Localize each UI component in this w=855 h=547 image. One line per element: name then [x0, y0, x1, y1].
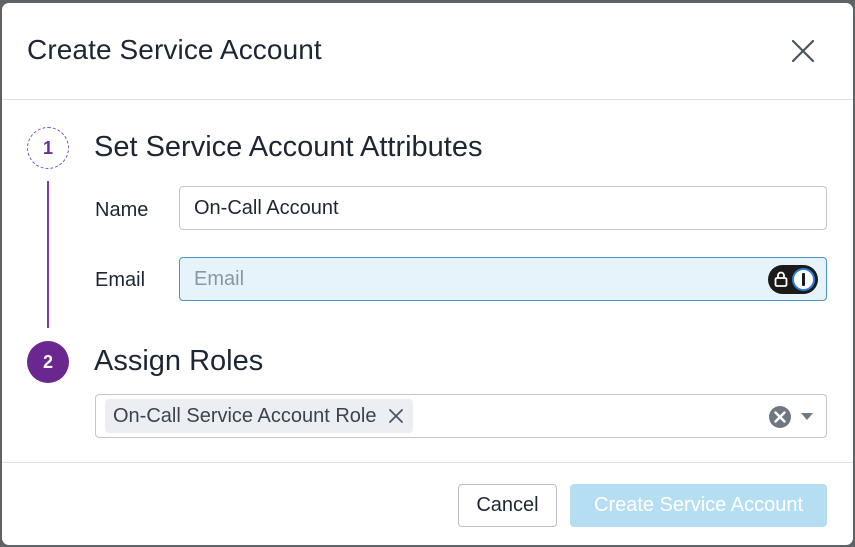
- roles-select[interactable]: On-Call Service Account Role: [95, 394, 827, 438]
- create-service-account-dialog: Create Service Account 1 Set Service Acc…: [2, 3, 853, 545]
- role-chip: On-Call Service Account Role: [105, 399, 414, 433]
- dialog-title: Create Service Account: [27, 34, 322, 65]
- remove-role-button[interactable]: [388, 408, 404, 424]
- clear-icon[interactable]: [768, 405, 792, 429]
- email-input[interactable]: Email: [179, 257, 827, 301]
- name-label: Name: [95, 199, 149, 221]
- 1password-icon: [792, 268, 815, 291]
- create-service-account-button[interactable]: Create Service Account: [570, 484, 827, 527]
- step-1-indicator: 1: [27, 127, 69, 169]
- close-icon: [389, 409, 404, 423]
- dialog-footer: Cancel Create Service Account: [2, 462, 853, 545]
- email-label: Email: [95, 269, 146, 291]
- cancel-button[interactable]: Cancel: [458, 484, 557, 527]
- step-1-title: Set Service Account Attributes: [94, 131, 483, 163]
- close-icon: [791, 39, 815, 63]
- dialog-header: Create Service Account: [2, 3, 853, 100]
- lock-icon: [774, 271, 788, 287]
- step-2-indicator: 2: [27, 341, 69, 383]
- name-input-value: On-Call Account: [194, 196, 339, 219]
- email-input-placeholder: Email: [194, 267, 245, 290]
- role-chip-label: On-Call Service Account Role: [113, 404, 377, 427]
- step-2-title: Assign Roles: [94, 345, 264, 377]
- chevron-down-icon[interactable]: [800, 412, 814, 421]
- close-button[interactable]: [788, 36, 818, 66]
- step-connector: [47, 181, 49, 328]
- name-input[interactable]: On-Call Account: [179, 186, 827, 230]
- password-manager-button[interactable]: [768, 265, 818, 294]
